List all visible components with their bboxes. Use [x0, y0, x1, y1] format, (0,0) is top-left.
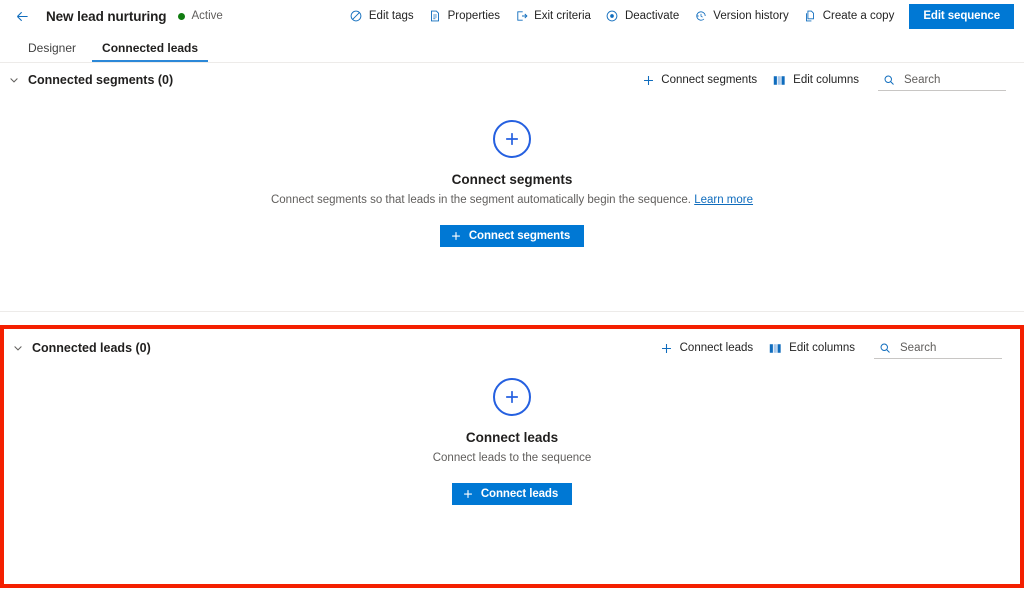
deactivate-button[interactable]: Deactivate — [598, 5, 686, 28]
edit-columns-segments-label: Edit columns — [793, 74, 859, 86]
edit-tags-button[interactable]: Edit tags — [342, 5, 421, 28]
properties-label: Properties — [447, 10, 501, 22]
circle-plus-icon[interactable] — [493, 378, 531, 416]
exit-icon — [514, 9, 529, 24]
plus-icon — [660, 341, 674, 355]
connect-leads-toolbar-label: Connect leads — [679, 342, 754, 354]
document-properties-icon — [428, 9, 443, 24]
edit-tags-label: Edit tags — [368, 10, 414, 22]
deactivate-circle-icon — [605, 9, 620, 24]
segments-search-box[interactable] — [878, 70, 1006, 91]
plus-icon — [450, 230, 462, 242]
connected-segments-title: Connected segments (0) — [28, 73, 174, 87]
segments-empty-description: Connect segments so that leads in the se… — [271, 194, 753, 206]
version-history-button[interactable]: Version history — [686, 5, 795, 28]
section-divider — [0, 311, 1024, 312]
connected-leads-toolbar: Connect leads Edit columns — [653, 338, 1002, 359]
connected-segments-section: Connected segments (0) Connect segments — [0, 63, 1024, 311]
connect-segments-button[interactable]: Connect segments — [439, 225, 585, 247]
connected-segments-toolbar: Connect segments Edit columns — [634, 70, 1006, 91]
search-icon — [878, 341, 891, 354]
chevron-down-icon[interactable] — [0, 74, 28, 86]
connected-leads-title: Connected leads (0) — [32, 341, 151, 355]
edit-sequence-button[interactable]: Edit sequence — [909, 3, 1014, 29]
circle-plus-icon[interactable] — [493, 120, 531, 158]
chevron-down-icon[interactable] — [4, 342, 32, 354]
connect-segments-toolbar-label: Connect segments — [661, 74, 758, 86]
leads-search-input[interactable] — [898, 340, 1000, 355]
properties-button[interactable]: Properties — [421, 5, 507, 28]
version-history-label: Version history — [713, 10, 789, 22]
search-icon — [882, 73, 895, 86]
leads-empty-state: Connect leads Connect leads to the seque… — [4, 378, 1020, 505]
status-label: Active — [191, 10, 223, 22]
edit-columns-leads-button[interactable]: Edit columns — [762, 338, 862, 358]
create-a-copy-button[interactable]: Create a copy — [796, 5, 902, 28]
tab-designer[interactable]: Designer — [18, 41, 86, 62]
command-bar: Edit tags Properties Exit criteria Deact… — [342, 3, 1014, 29]
app-header: New lead nurturing Active Edit tags Prop… — [0, 0, 1024, 32]
connect-leads-toolbar-button[interactable]: Connect leads — [653, 338, 761, 358]
page-title: New lead nurturing — [46, 8, 167, 24]
edit-columns-leads-label: Edit columns — [789, 342, 855, 354]
plus-icon — [641, 73, 655, 87]
segments-empty-state: Connect segments Connect segments so tha… — [0, 120, 1024, 247]
columns-icon — [773, 73, 787, 87]
edit-columns-segments-button[interactable]: Edit columns — [766, 70, 866, 90]
connected-leads-header: Connected leads (0) Connect leads Edit c… — [4, 329, 1020, 367]
exit-criteria-label: Exit criteria — [534, 10, 591, 22]
back-arrow-icon[interactable] — [12, 6, 32, 26]
create-a-copy-label: Create a copy — [822, 10, 895, 22]
connect-segments-toolbar-button[interactable]: Connect segments — [634, 70, 764, 90]
leads-empty-description: Connect leads to the sequence — [432, 452, 592, 464]
segments-empty-title: Connect segments — [451, 172, 573, 187]
deactivate-label: Deactivate — [624, 10, 680, 22]
copy-icon — [803, 9, 818, 24]
status-badge: Active — [178, 10, 223, 22]
connected-segments-header: Connected segments (0) Connect segments — [0, 63, 1024, 97]
tab-strip: Designer Connected leads — [0, 32, 1024, 63]
segments-search-input[interactable] — [902, 72, 1004, 87]
tag-icon — [349, 9, 364, 24]
history-clock-icon — [693, 9, 708, 24]
exit-criteria-button[interactable]: Exit criteria — [507, 5, 598, 28]
columns-icon — [769, 341, 783, 355]
tab-connected-leads[interactable]: Connected leads — [92, 41, 209, 62]
status-dot — [178, 12, 186, 20]
learn-more-link[interactable]: Learn more — [694, 194, 753, 206]
leads-empty-title: Connect leads — [465, 430, 559, 445]
connect-segments-button-label: Connect segments — [468, 230, 571, 242]
connect-leads-button[interactable]: Connect leads — [451, 483, 573, 505]
plus-icon — [462, 488, 474, 500]
segments-empty-description-text: Connect segments so that leads in the se… — [270, 194, 691, 206]
leads-search-box[interactable] — [874, 338, 1002, 359]
connect-leads-button-label: Connect leads — [480, 488, 559, 500]
connected-leads-section: Connected leads (0) Connect leads Edit c… — [0, 325, 1024, 588]
